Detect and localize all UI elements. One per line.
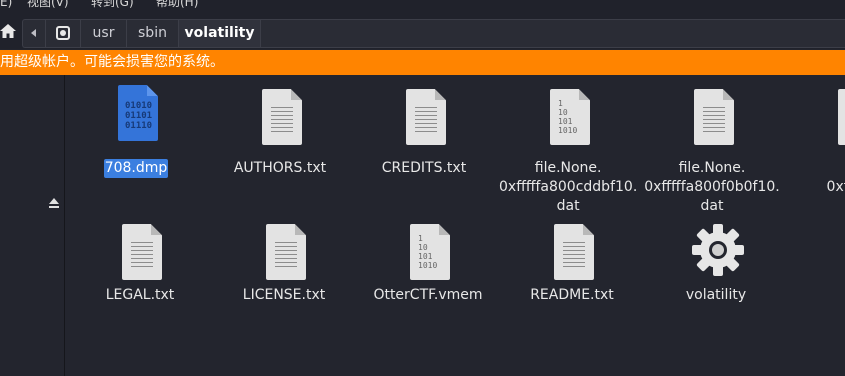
binary-file-icon: 1 10 101 1010	[406, 224, 450, 282]
gear-executable-icon	[692, 224, 744, 282]
menu-go[interactable]: 转到(G)	[91, 0, 134, 9]
home-icon[interactable]	[0, 23, 16, 39]
menu-view[interactable]: 视图(V)	[27, 0, 69, 9]
crumb-sbin[interactable]: sbin	[127, 20, 179, 47]
binary-file-icon: 01010 01101 01110	[114, 85, 158, 143]
file-name: file 0xfffffa8	[826, 179, 845, 195]
file-name: README.txt	[530, 287, 614, 303]
file-name: LEGAL.txt	[105, 287, 175, 303]
crumb-root-drive[interactable]	[46, 20, 81, 47]
location-toolbar: usr sbin volatility	[0, 9, 845, 49]
text-file-icon	[262, 224, 306, 282]
sidebar	[0, 75, 65, 376]
binary-file-icon: 1 10 101 1010	[546, 89, 590, 147]
menu-edit[interactable]: E)	[0, 0, 12, 9]
eject-icon[interactable]	[48, 197, 60, 209]
text-file-icon	[690, 89, 734, 147]
crumb-volatility[interactable]: volatility	[179, 20, 261, 47]
menubar: E) 视图(V) 转到(G) 帮助(H)	[0, 0, 845, 9]
menu-help[interactable]: 帮助(H)	[156, 0, 198, 9]
file-name: 708.dmp	[103, 159, 169, 178]
file-grid: 01010 01101 01110 708.dmp AUTHORS.txt CR…	[66, 75, 845, 376]
root-warning-bar: 用超级帐户。可能会损害您的系统。	[0, 50, 845, 75]
text-file-icon	[402, 89, 446, 147]
file-name: LICENSE.txt	[242, 287, 326, 303]
warning-text: 用超级帐户。可能会损害您的系统。	[0, 54, 224, 70]
file-name: CREDITS.txt	[381, 160, 467, 176]
text-file-icon	[118, 224, 162, 282]
text-file-icon	[550, 224, 594, 282]
file-name: file.None. 0xfffffa800cddbf10. dat	[499, 160, 638, 214]
text-file-icon	[258, 89, 302, 147]
file-name: volatility	[685, 287, 747, 303]
drive-icon	[56, 26, 70, 40]
file-name: OtterCTF.vmem	[373, 287, 483, 303]
path-bar: usr sbin volatility	[22, 19, 845, 48]
file-name: file.None. 0xfffffa800f0b0f10. dat	[644, 160, 780, 214]
crumb-usr[interactable]: usr	[81, 20, 127, 47]
path-scroll-left-button[interactable]	[23, 20, 46, 47]
binary-file-icon: 1 10 101 1010	[834, 89, 845, 147]
file-name: AUTHORS.txt	[233, 160, 327, 176]
